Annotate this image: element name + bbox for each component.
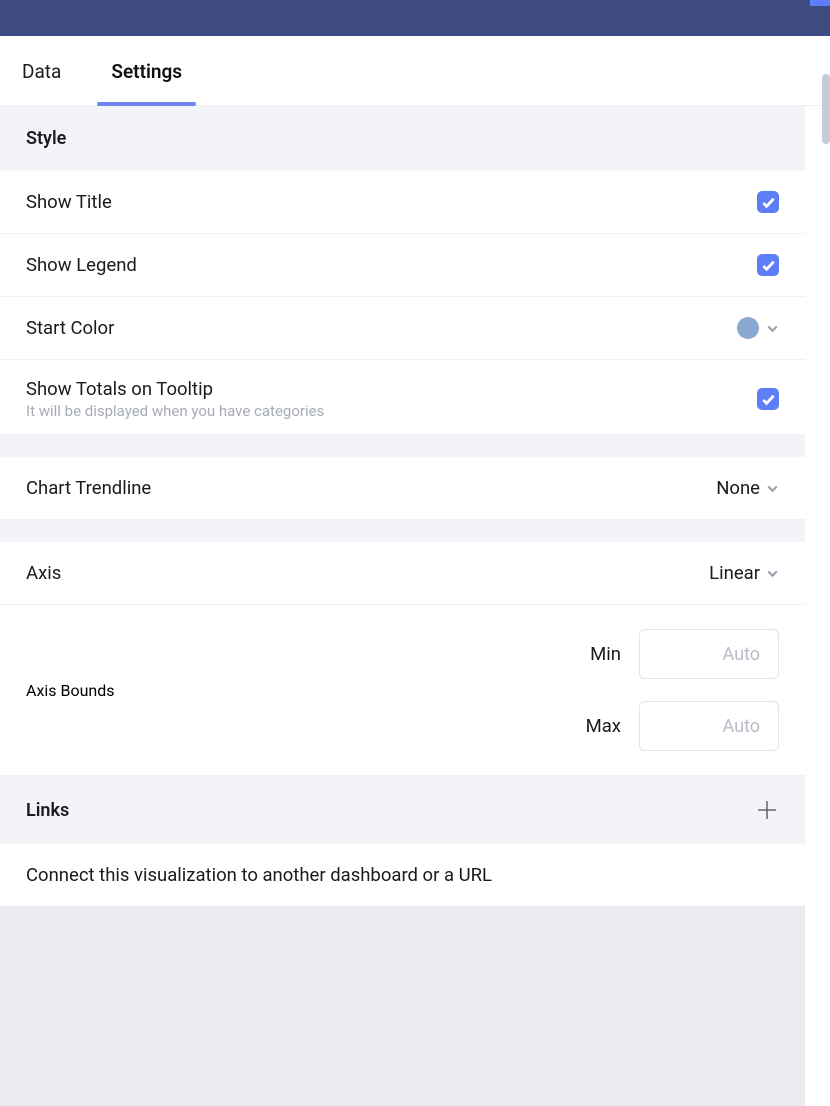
row-axis: Axis Linear (0, 542, 805, 605)
value-chart-trendline: None (716, 477, 760, 499)
subtitle-show-totals: It will be displayed when you have categ… (26, 402, 324, 420)
section-title-links: Links (26, 800, 69, 821)
chevron-down-icon (766, 322, 779, 335)
check-icon (761, 195, 776, 210)
section-title-style: Style (26, 128, 66, 149)
section-header-links: Links (0, 776, 805, 844)
label-group-show-totals: Show Totals on Tooltip It will be displa… (26, 378, 324, 420)
app-top-bar (0, 0, 830, 36)
chevron-down-icon (766, 482, 779, 495)
checkbox-show-title[interactable] (757, 191, 779, 213)
chevron-down-icon (766, 567, 779, 580)
row-axis-bounds: Axis Bounds Min Max (0, 605, 805, 776)
row-show-totals: Show Totals on Tooltip It will be displa… (0, 360, 805, 435)
plus-icon[interactable] (755, 798, 779, 822)
row-start-color: Start Color (0, 297, 805, 360)
panel-remainder (0, 906, 805, 1106)
tab-settings[interactable]: Settings (111, 36, 182, 105)
check-icon (761, 392, 776, 407)
row-show-title: Show Title (0, 171, 805, 234)
dropdown-axis[interactable]: Linear (709, 562, 779, 584)
label-chart-trendline: Chart Trendline (26, 477, 151, 499)
row-chart-trendline: Chart Trendline None (0, 457, 805, 520)
section-gap (0, 520, 805, 542)
input-axis-min[interactable] (639, 629, 779, 679)
links-description: Connect this visualization to another da… (0, 844, 805, 906)
scrollbar[interactable] (822, 74, 830, 144)
tab-data[interactable]: Data (22, 36, 61, 105)
bound-control-min: Min (586, 629, 779, 679)
bound-control-max: Max (586, 701, 779, 751)
value-axis: Linear (709, 562, 760, 584)
section-gap (0, 435, 805, 457)
label-show-title: Show Title (26, 191, 112, 213)
label-axis-bounds: Axis Bounds (26, 681, 115, 700)
section-header-style: Style (0, 106, 805, 171)
checkbox-show-legend[interactable] (757, 254, 779, 276)
row-show-legend: Show Legend (0, 234, 805, 297)
sidebar-panel: Data Settings Style Show Title Show Lege… (0, 36, 830, 1106)
input-axis-max[interactable] (639, 701, 779, 751)
check-icon (761, 258, 776, 273)
label-axis: Axis (26, 562, 61, 584)
bounds-controls: Min Max (586, 629, 779, 751)
top-right-accent (810, 0, 830, 6)
label-start-color: Start Color (26, 317, 114, 339)
label-min: Min (590, 643, 621, 665)
settings-panel: Style Show Title Show Legend Start Color… (0, 106, 805, 906)
dropdown-chart-trendline[interactable]: None (716, 477, 779, 499)
label-show-totals: Show Totals on Tooltip (26, 378, 324, 400)
text-links-description: Connect this visualization to another da… (26, 864, 492, 886)
tabs: Data Settings (0, 36, 830, 106)
color-picker-start-color[interactable] (737, 317, 779, 339)
label-show-legend: Show Legend (26, 254, 137, 276)
label-max: Max (586, 715, 621, 737)
color-swatch (737, 317, 759, 339)
checkbox-show-totals[interactable] (757, 388, 779, 410)
